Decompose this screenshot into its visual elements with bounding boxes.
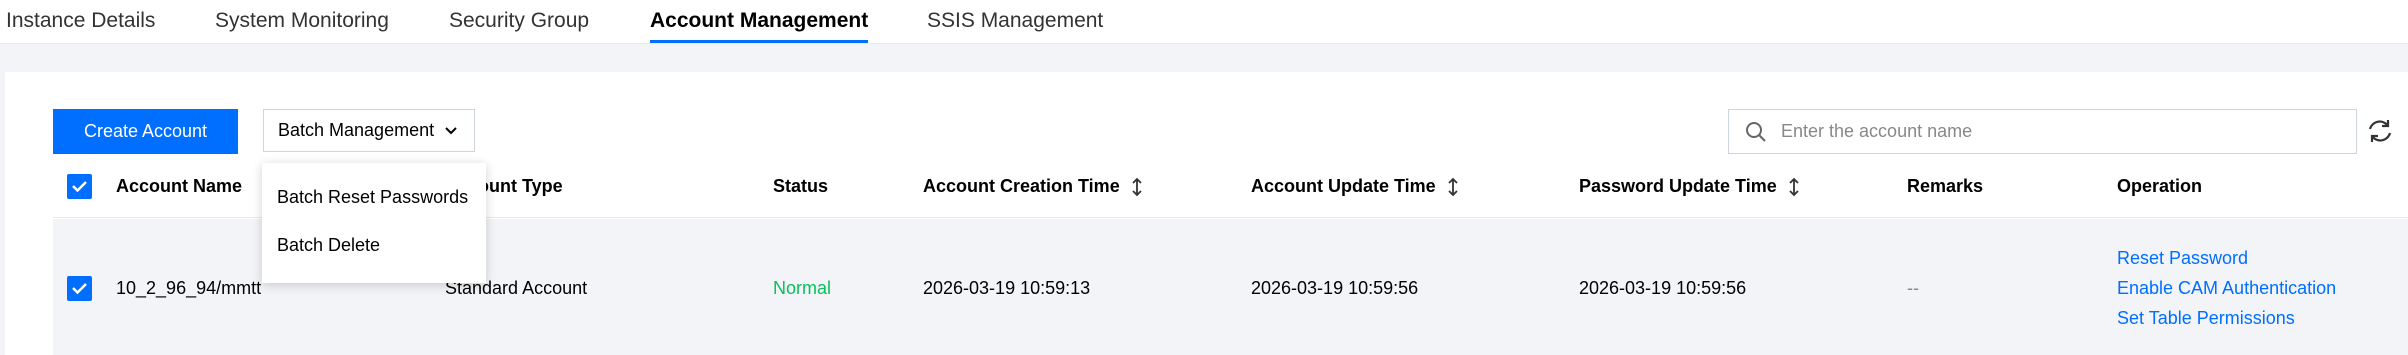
chevron-down-icon [445, 126, 457, 134]
cell-account-creation-time: 2026-03-19 10:59:13 [923, 278, 1091, 298]
column-operation: Operation [2117, 176, 2203, 196]
row-checkbox[interactable] [67, 276, 92, 301]
cell-password-update-time: 2026-03-19 10:59:56 [1579, 278, 1747, 298]
batch-management-button[interactable]: Batch Management [263, 109, 475, 152]
search-icon [1746, 121, 1766, 142]
tab-account-management[interactable]: Account Management [650, 9, 868, 33]
checkmark-icon [72, 283, 87, 295]
checkmark-icon [72, 181, 87, 193]
column-account-name: Account Name [116, 176, 243, 196]
sort-icon [1132, 177, 1142, 196]
cell-account-update-time: 2026-03-19 10:59:56 [1251, 278, 1419, 298]
tab-system-monitoring[interactable]: System Monitoring [215, 9, 389, 33]
sort-icon [1448, 177, 1458, 196]
column-account-creation-time[interactable]: Account Creation Time [923, 176, 1142, 197]
set-table-permissions-link[interactable]: Set Table Permissions [2117, 308, 2295, 329]
cell-remarks: -- [1907, 278, 1919, 298]
select-all-checkbox[interactable] [67, 174, 92, 199]
column-password-update-time-label: Password Update Time [1579, 176, 1777, 196]
menu-item-batch-reset-passwords[interactable]: Batch Reset Passwords [277, 187, 468, 208]
cell-account-name: 10_2_96_94/mmtt [116, 278, 262, 298]
search-input[interactable] [1781, 121, 2341, 142]
batch-management-menu: Batch Reset Passwords Batch Delete [262, 163, 486, 283]
batch-management-label: Batch Management [278, 120, 435, 140]
column-account-creation-time-label: Account Creation Time [923, 176, 1120, 196]
column-remarks: Remarks [1907, 176, 1984, 196]
tab-ssis-management[interactable]: SSIS Management [927, 9, 1103, 33]
tab-security-group[interactable]: Security Group [449, 9, 589, 33]
active-tab-indicator [650, 40, 868, 43]
column-account-update-time-label: Account Update Time [1251, 176, 1436, 196]
tab-bar: Instance Details System Monitoring Secur… [0, 0, 2408, 44]
enable-cam-authentication-link[interactable]: Enable CAM Authentication [2117, 278, 2336, 299]
cell-status: Normal [773, 278, 832, 298]
tab-instance-details[interactable]: Instance Details [6, 9, 155, 33]
refresh-icon[interactable] [2366, 117, 2394, 145]
create-account-button[interactable]: Create Account [53, 109, 238, 154]
column-status: Status [773, 176, 829, 196]
search-box [1728, 109, 2357, 154]
sort-icon [1789, 177, 1799, 196]
column-account-update-time[interactable]: Account Update Time [1251, 176, 1458, 197]
column-password-update-time[interactable]: Password Update Time [1579, 176, 1799, 197]
reset-password-link[interactable]: Reset Password [2117, 248, 2248, 269]
menu-item-batch-delete[interactable]: Batch Delete [277, 235, 380, 256]
